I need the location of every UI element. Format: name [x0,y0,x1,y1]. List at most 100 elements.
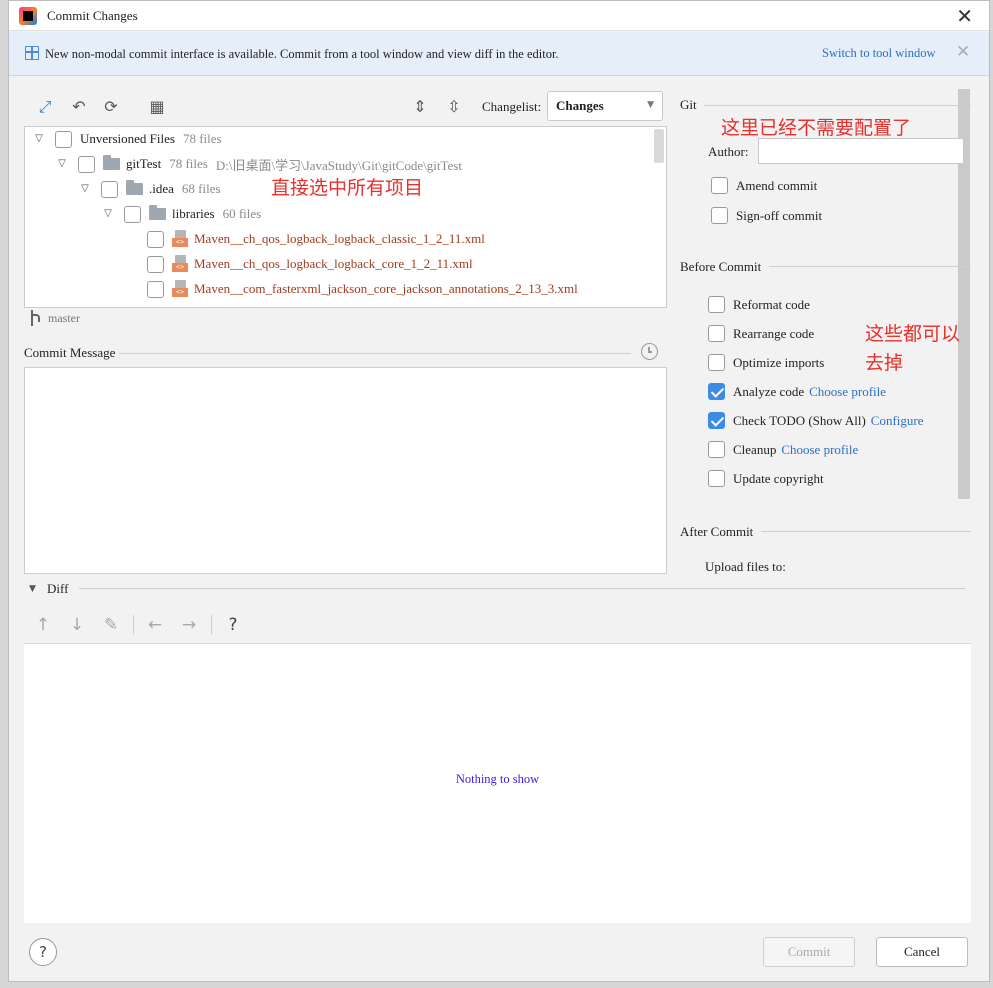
close-icon[interactable]: ✕ [956,4,973,28]
chevron-down-icon[interactable]: ▽ [79,183,91,195]
xml-file-icon: <> [172,280,188,298]
collapse-all-icon[interactable]: ⇳ [444,97,464,117]
help-icon[interactable]: ? [223,614,243,636]
annotation-git-note: 这里已经不需要配置了 [721,117,912,139]
tree-row-file[interactable]: <> Maven__com_fasterxml_jackson_core_jac… [147,278,578,300]
commit-message-input[interactable] [24,367,667,574]
checkbox[interactable] [708,354,725,371]
option-cleanup[interactable]: Cleanup Choose profile [708,441,858,458]
signoff-commit-checkbox[interactable]: Sign-off commit [711,207,822,224]
checkbox-checked[interactable] [708,412,725,429]
git-section-title: Git [680,97,697,112]
checkbox[interactable] [708,296,725,313]
previous-difference-icon[interactable]: ↑ [33,614,53,636]
move-changes-icon[interactable]: ⤢ [35,97,55,117]
history-icon[interactable] [641,343,658,360]
commit-button[interactable]: Commit [763,937,855,967]
branch-name: master [48,311,80,325]
checkbox[interactable] [147,280,164,298]
checkbox[interactable] [55,130,72,148]
expand-all-icon[interactable]: ⇕ [410,97,430,117]
file-count: 60 files [222,206,262,221]
window-title: Commit Changes [47,8,138,23]
file-name: Maven__ch_qos_logback_logback_classic_1_… [194,231,485,246]
tree-row-libraries[interactable]: ▽ libraries 60 files [102,203,261,225]
annotation-select-all: 直接选中所有项目 [271,177,424,199]
undo-icon[interactable]: ↶ [69,97,89,117]
file-count: 78 files [169,156,208,171]
tree-label: gitTest [126,156,162,171]
annotation-options-note-1: 这些都可以 [865,323,961,345]
cancel-button[interactable]: Cancel [876,937,968,967]
file-name: Maven__com_fasterxml_jackson_core_jackso… [194,281,578,296]
changes-tree[interactable]: ▽ Unversioned Files 78 files ▽ gitTest 7… [24,126,667,308]
amend-commit-checkbox[interactable]: Amend commit [711,177,817,194]
chevron-down-icon[interactable]: ▽ [33,133,45,145]
diff-viewer: Nothing to show [24,643,971,923]
changelist-dropdown[interactable]: Changes ▼ [547,91,663,121]
file-name: Maven__ch_qos_logback_logback_core_1_2_1… [194,256,473,271]
folder-icon [103,155,120,170]
option-label: Optimize imports [733,354,825,370]
option-label: Amend commit [736,177,818,193]
upload-files-label: Upload files to: [705,559,786,574]
tree-row-file[interactable]: <> Maven__ch_qos_logback_logback_classic… [147,228,485,250]
next-difference-icon[interactable]: ↓ [67,614,87,636]
tree-row-idea[interactable]: ▽ .idea 68 files [79,178,221,200]
checkbox[interactable] [708,441,725,458]
notification-banner: New non-modal commit interface is availa… [9,32,989,76]
choose-profile-link[interactable]: Choose profile [781,442,858,458]
refresh-icon[interactable]: ⟳ [101,97,121,117]
checkbox[interactable] [708,325,725,342]
option-optimize-imports[interactable]: Optimize imports [708,354,824,371]
divider [119,353,631,354]
chevron-down-icon[interactable]: ▽ [56,158,68,170]
tree-scrollbar[interactable] [654,129,664,163]
checkbox[interactable] [711,177,728,194]
edit-source-icon[interactable]: ✎ [101,614,121,636]
tree-row-project[interactable]: ▽ gitTest 78 files D:\旧桌面\学习\JavaStudy\G… [56,153,462,175]
tree-row-file[interactable]: <> Maven__ch_qos_logback_logback_core_1_… [147,253,473,275]
checkbox[interactable] [708,470,725,487]
diff-title: Diff [47,581,69,596]
chevron-down-icon: ▼ [647,100,654,110]
option-rearrange-code[interactable]: Rearrange code [708,325,814,342]
choose-profile-link[interactable]: Choose profile [809,384,886,400]
tree-label: Unversioned Files [80,131,175,146]
option-check-todo[interactable]: Check TODO (Show All) Configure [708,412,924,429]
chevron-down-icon[interactable]: ▽ [102,208,114,220]
option-update-copyright[interactable]: Update copyright [708,470,824,487]
author-label: Author: [708,144,749,159]
file-count: 68 files [181,181,221,196]
option-reformat-code[interactable]: Reformat code [708,296,810,313]
divider [704,105,971,106]
checkbox[interactable] [711,207,728,224]
tree-row-unversioned[interactable]: ▽ Unversioned Files 78 files [33,128,222,150]
banner-close-icon[interactable]: ✕ [956,42,970,62]
next-file-icon[interactable]: → [179,614,199,636]
help-button[interactable]: ? [29,938,57,966]
checkbox[interactable] [147,230,164,248]
checkbox-checked[interactable] [708,383,725,400]
configure-link[interactable]: Configure [871,413,924,429]
checkbox[interactable] [124,205,141,223]
xml-file-icon: <> [172,230,188,248]
option-label: Check TODO (Show All) [733,412,866,428]
group-by-icon[interactable]: ▦ [147,97,167,117]
folder-icon [126,180,143,195]
checkbox[interactable] [147,255,164,273]
switch-to-tool-window-link[interactable]: Switch to tool window [822,46,936,61]
commit-changes-dialog: Commit Changes ✕ New non-modal commit in… [8,0,990,982]
previous-file-icon[interactable]: ← [145,614,165,636]
annotation-options-note-2: 去掉 [865,352,904,374]
banner-text: New non-modal commit interface is availa… [45,47,559,61]
toolbar-separator [133,615,134,635]
checkbox[interactable] [78,155,95,173]
checkbox[interactable] [101,180,118,198]
option-label: Cleanup [733,441,777,457]
changelist-value: Changes [556,98,604,113]
empty-diff-text: Nothing to show [455,772,540,786]
author-input[interactable] [758,138,964,164]
diff-collapse-icon[interactable]: ▼ [29,584,36,594]
option-analyze-code[interactable]: Analyze code Choose profile [708,383,886,400]
